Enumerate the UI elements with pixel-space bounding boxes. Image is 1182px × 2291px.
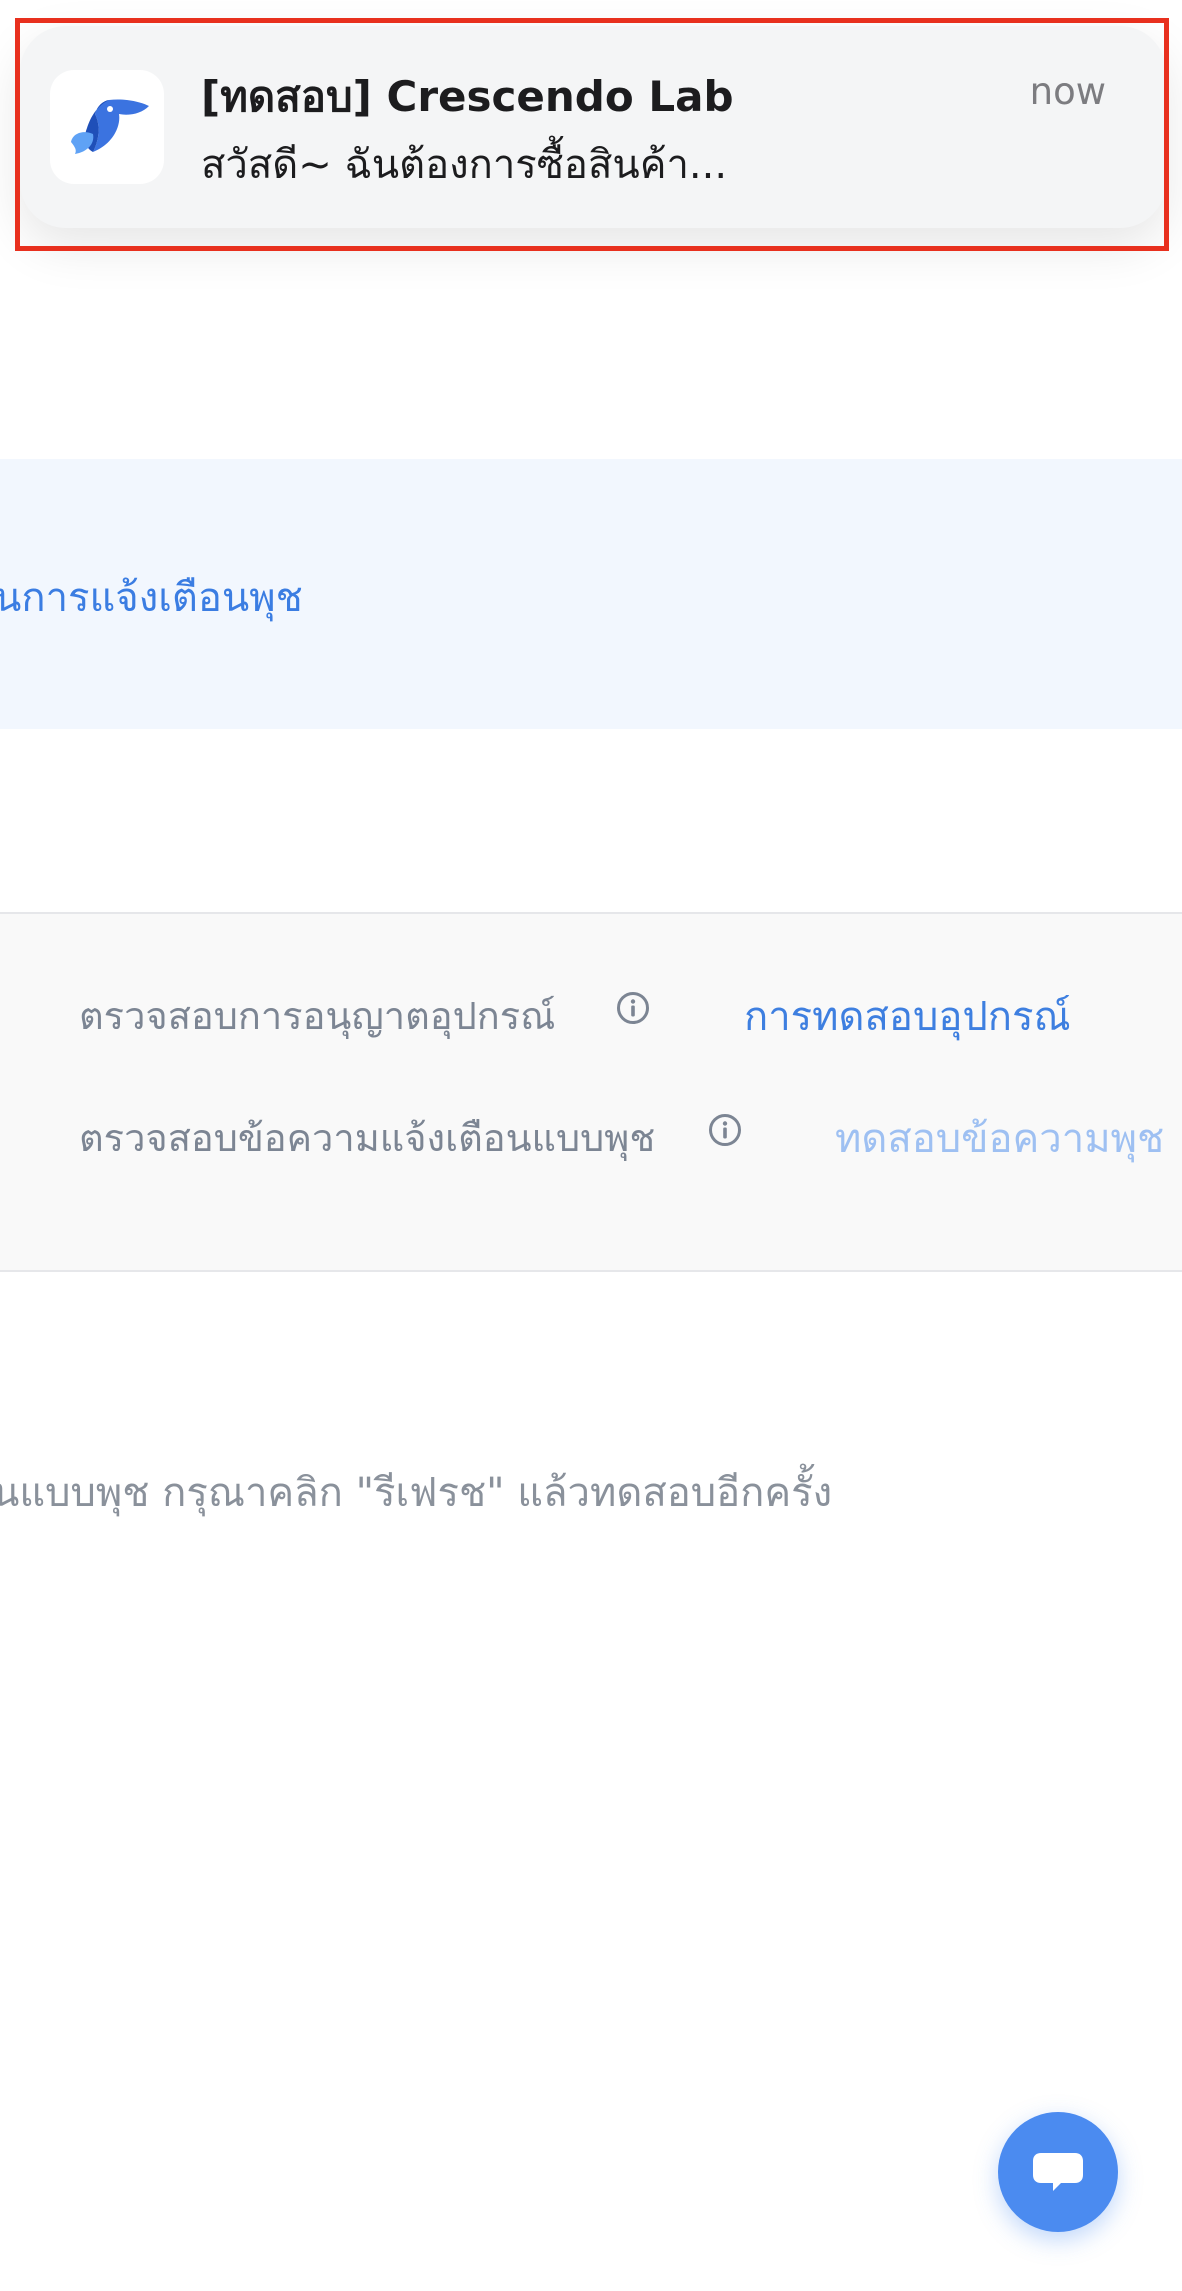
info-icon[interactable]	[616, 991, 650, 1025]
push-message-test-button[interactable]: ทดสอบข้อความพุช	[835, 1106, 1164, 1170]
device-test-button[interactable]: การทดสอบอุปกรณ์	[744, 984, 1071, 1048]
crescendo-lab-logo-icon	[50, 70, 164, 184]
banner-text: นการแจ้งเตือนพุช	[0, 575, 303, 621]
push-notification[interactable]: [ทดสอบ] Crescendo Lab now สวัสดี~ ฉันต้อ…	[20, 26, 1166, 228]
notification-time: now	[1029, 70, 1106, 113]
chat-bubble-icon	[1033, 2153, 1083, 2191]
notification-body: สวัสดี~ ฉันต้องการซื้อสินค้า...	[201, 142, 728, 188]
check-device-permission-label: ตรวจสอบการอนุญาตอุปกรณ์	[79, 994, 556, 1038]
test-panel: ตรวจสอบการอนุญาตอุปกรณ์ การทดสอบอุปกรณ์ …	[0, 912, 1182, 1272]
notification-title: [ทดสอบ] Crescendo Lab	[201, 72, 734, 121]
check-push-message-label: ตรวจสอบข้อความแจ้งเตือนแบบพุช	[79, 1116, 656, 1160]
push-notification-banner: นการแจ้งเตือนพุช	[0, 459, 1182, 729]
chat-button[interactable]	[998, 2112, 1118, 2232]
refresh-hint-text: นแบบพุช กรุณาคลิก "รีเฟรช" แล้วทดสอบอีกค…	[0, 1470, 833, 1516]
info-icon[interactable]	[708, 1113, 742, 1147]
